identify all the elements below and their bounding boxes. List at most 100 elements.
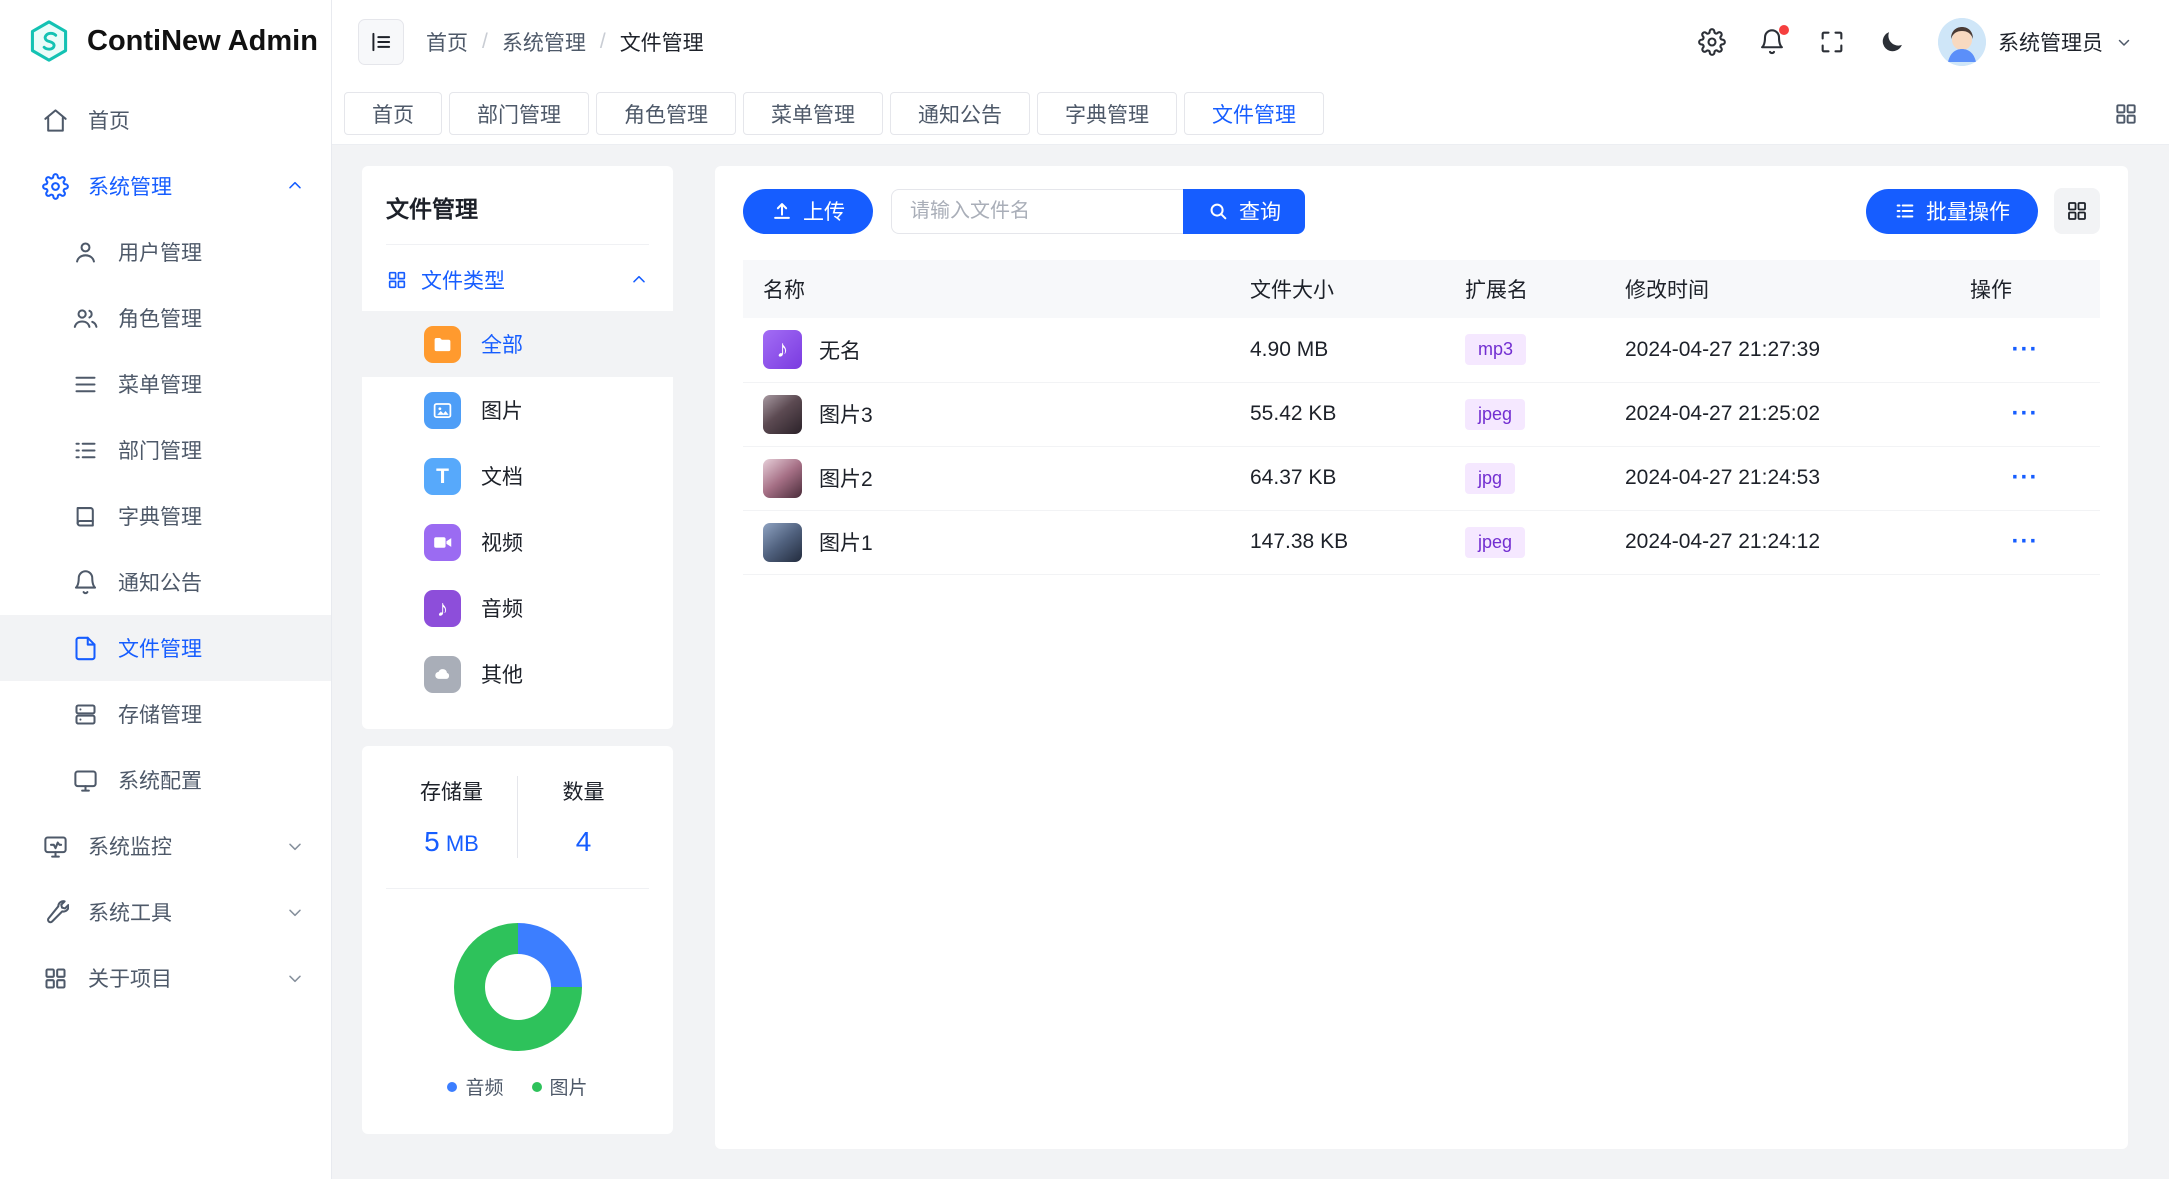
image-thumbnail (763, 395, 802, 434)
notification-badge (1779, 25, 1789, 35)
file-size: 55.42 KB (1230, 382, 1445, 446)
file-type-chart: 音频 图片 (386, 923, 649, 1100)
avatar (1938, 18, 1986, 66)
batch-actions-button[interactable]: 批量操作 (1866, 189, 2038, 234)
legend-dot-image (532, 1082, 542, 1092)
sidebar-item-label: 部门管理 (118, 435, 202, 465)
storage-stat: 存储量 5 MB (386, 776, 517, 858)
file-size: 4.90 MB (1230, 318, 1445, 382)
sidebar-item-system-tools[interactable]: 系统工具 (0, 879, 331, 945)
sidebar-item-system-management[interactable]: 系统管理 (0, 153, 331, 219)
table-row[interactable]: 图片3 55.42 KB jpeg 2024-04-27 21:25:02 ··… (743, 382, 2100, 446)
tab-dict-management[interactable]: 字典管理 (1037, 92, 1177, 135)
file-modified-time: 2024-04-27 21:24:12 (1605, 510, 1950, 574)
brand-name: ContiNew Admin (87, 25, 318, 58)
file-name: 图片1 (819, 527, 873, 557)
file-type-label: 图片 (481, 395, 523, 425)
breadcrumb-system-management[interactable]: 系统管理 (502, 27, 586, 57)
breadcrumb-home[interactable]: 首页 (426, 27, 468, 57)
file-type-document[interactable]: T 文档 (362, 443, 673, 509)
upload-icon (771, 200, 793, 222)
sidebar-item-role-management[interactable]: 角色管理 (0, 285, 331, 351)
users-icon (72, 305, 99, 332)
chevron-down-icon (285, 836, 305, 856)
table-row[interactable]: ♪ 无名 4.90 MB mp3 2024-04-27 21:27:39 ··· (743, 318, 2100, 382)
upload-button[interactable]: 上传 (743, 189, 873, 234)
document-icon: T (424, 458, 461, 495)
view-toggle-grid-icon[interactable] (2054, 188, 2100, 234)
user-name: 系统管理员 (1998, 27, 2103, 57)
sidebar-item-file-management[interactable]: 文件管理 (0, 615, 331, 681)
sidebar-item-dept-management[interactable]: 部门管理 (0, 417, 331, 483)
image-thumbnail (763, 459, 802, 498)
other-file-icon (424, 656, 461, 693)
notification-bell-icon[interactable] (1758, 28, 1786, 56)
sidebar-item-dict-management[interactable]: 字典管理 (0, 483, 331, 549)
more-actions-button[interactable]: ··· (2012, 528, 2039, 556)
sidebar-item-label: 系统配置 (118, 765, 202, 795)
left-column: 文件管理 文件类型 全部 (362, 166, 673, 1149)
file-type-label: 其他 (481, 659, 523, 689)
file-type-all[interactable]: 全部 (362, 311, 673, 377)
server-icon (72, 701, 99, 728)
file-type-label: 文档 (481, 461, 523, 491)
legend-audio: 音频 (447, 1073, 503, 1100)
sidebar-item-storage-management[interactable]: 存储管理 (0, 681, 331, 747)
chevron-down-icon (285, 902, 305, 922)
tab-notice[interactable]: 通知公告 (890, 92, 1030, 135)
file-type-card: 文件管理 文件类型 全部 (362, 166, 673, 729)
file-type-audio[interactable]: ♪ 音频 (362, 575, 673, 641)
menu-list-icon (72, 371, 99, 398)
sidebar-item-system-config[interactable]: 系统配置 (0, 747, 331, 813)
legend-dot-audio (447, 1082, 457, 1092)
tab-bar: 首页 部门管理 角色管理 菜单管理 通知公告 字典管理 文件管理 (332, 83, 2169, 145)
tab-role-management[interactable]: 角色管理 (596, 92, 736, 135)
sidebar-item-menu-management[interactable]: 菜单管理 (0, 351, 331, 417)
dark-mode-moon-icon[interactable] (1878, 28, 1906, 56)
more-actions-button[interactable]: ··· (2012, 336, 2039, 364)
table-row[interactable]: 图片1 147.38 KB jpeg 2024-04-27 21:24:12 ·… (743, 510, 2100, 574)
fullscreen-icon[interactable] (1818, 28, 1846, 56)
sidebar-item-label: 菜单管理 (118, 369, 202, 399)
query-button[interactable]: 查询 (1183, 189, 1305, 234)
sidebar-collapse-button[interactable] (358, 19, 404, 65)
brand[interactable]: ContiNew Admin (0, 0, 331, 83)
toolbar-right: 批量操作 (1866, 188, 2100, 234)
file-type-other[interactable]: 其他 (362, 641, 673, 707)
monitor-icon (72, 767, 99, 794)
folder-icon (424, 326, 461, 363)
more-actions-button[interactable]: ··· (2012, 464, 2039, 492)
tab-home[interactable]: 首页 (344, 92, 442, 135)
settings-gear-icon[interactable] (1698, 28, 1726, 56)
file-size: 147.38 KB (1230, 510, 1445, 574)
search-group: 查询 (891, 189, 1305, 234)
file-type-video[interactable]: 视频 (362, 509, 673, 575)
file-type-group[interactable]: 文件类型 (362, 245, 673, 311)
audio-icon: ♪ (424, 590, 461, 627)
sidebar-item-about-project[interactable]: 关于项目 (0, 945, 331, 1011)
monitor-activity-icon (42, 833, 69, 860)
tab-menu-management[interactable]: 菜单管理 (743, 92, 883, 135)
file-type-image[interactable]: 图片 (362, 377, 673, 443)
search-input[interactable] (891, 189, 1183, 234)
table-row[interactable]: 图片2 64.37 KB jpg 2024-04-27 21:24:53 ··· (743, 446, 2100, 510)
more-actions-button[interactable]: ··· (2012, 400, 2039, 428)
sidebar-item-notice[interactable]: 通知公告 (0, 549, 331, 615)
tab-file-management[interactable]: 文件管理 (1184, 92, 1324, 135)
storage-stats-card: 存储量 5 MB 数量 4 (362, 746, 673, 1134)
user-icon (72, 239, 99, 266)
chart-legend: 音频 图片 (447, 1073, 587, 1100)
sidebar-item-label: 系统工具 (88, 897, 172, 927)
tab-options-grid-icon[interactable] (2113, 101, 2139, 127)
storage-stat-value: 5 MB (386, 826, 517, 858)
video-icon (424, 524, 461, 561)
sidebar-item-home[interactable]: 首页 (0, 87, 331, 153)
user-menu[interactable]: 系统管理员 (1938, 18, 2133, 66)
file-ext-tag: jpg (1465, 463, 1515, 494)
sidebar-item-user-management[interactable]: 用户管理 (0, 219, 331, 285)
th-time: 修改时间 (1605, 260, 1950, 318)
sidebar-item-system-monitor[interactable]: 系统监控 (0, 813, 331, 879)
table-header-row: 名称 文件大小 扩展名 修改时间 操作 (743, 260, 2100, 318)
tab-dept-management[interactable]: 部门管理 (449, 92, 589, 135)
legend-image: 图片 (532, 1073, 588, 1100)
